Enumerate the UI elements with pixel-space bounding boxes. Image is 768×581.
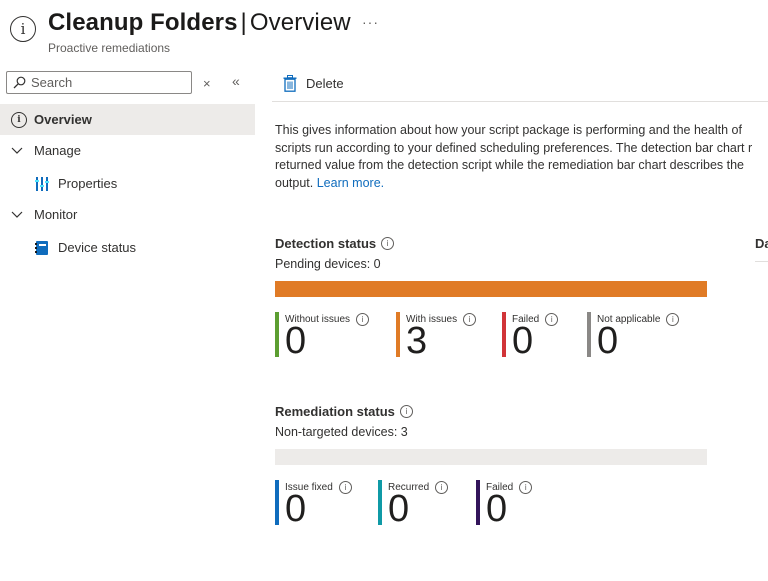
- pending-devices-text: Pending devices: 0: [275, 257, 381, 271]
- info-icon[interactable]: i: [666, 313, 680, 326]
- stat-color-rule: [502, 312, 506, 357]
- clear-search-button[interactable]: ×: [203, 76, 211, 91]
- sidebar-item-label: Manage: [34, 143, 81, 158]
- right-panel-heading: Da: [755, 236, 768, 251]
- chevron-down-icon: [11, 147, 23, 155]
- detection-bar-with-issues: [275, 281, 707, 297]
- stat-color-rule: [275, 312, 279, 357]
- description-line: output.: [275, 175, 314, 190]
- info-icon[interactable]: i: [545, 313, 559, 326]
- sidebar-item-label: Monitor: [34, 207, 78, 222]
- page-subtitle: Proactive remediations: [48, 41, 171, 55]
- sidebar-item-monitor[interactable]: Monitor: [0, 199, 255, 230]
- remediation-status-title: Remediation status i: [275, 404, 413, 419]
- info-circle-icon: i: [10, 16, 36, 42]
- learn-more-link[interactable]: Learn more.: [317, 176, 384, 190]
- info-icon[interactable]: i: [463, 313, 477, 326]
- sidebar-item-overview[interactable]: i Overview: [0, 104, 255, 135]
- info-icon[interactable]: i: [519, 481, 533, 494]
- sidebar-item-label: Overview: [34, 112, 92, 127]
- page-title-section: Overview: [249, 9, 351, 36]
- toolbar-divider: [272, 101, 768, 102]
- sidebar-item-device-status[interactable]: Device status: [0, 232, 255, 263]
- page-title: Cleanup Folders | Overview: [48, 9, 351, 37]
- description-line: returned value from the detection script…: [275, 158, 744, 172]
- info-icon[interactable]: i: [338, 481, 352, 494]
- description-line: This gives information about how your sc…: [275, 123, 742, 137]
- info-circle-icon: i: [11, 111, 27, 128]
- stat-value: 0: [597, 320, 619, 362]
- remediation-status-bar: [275, 449, 707, 465]
- title-separator: |: [240, 9, 247, 36]
- page-title-name: Cleanup Folders: [48, 9, 238, 36]
- stat-value: 0: [285, 320, 307, 362]
- search-input[interactable]: [31, 75, 181, 90]
- stat-color-rule: [396, 312, 400, 357]
- info-icon[interactable]: i: [399, 405, 413, 418]
- search-icon: [13, 76, 26, 89]
- device-status-icon: [35, 240, 49, 256]
- stat-value: 0: [285, 488, 307, 530]
- delete-label: Delete: [306, 75, 344, 91]
- more-options-button[interactable]: ···: [362, 14, 379, 30]
- sidebar-item-label: Properties: [58, 176, 118, 191]
- chevron-down-icon: [11, 211, 23, 219]
- stat-color-rule: [476, 480, 480, 525]
- description-text: This gives information about how your sc…: [275, 122, 768, 192]
- stat-value: 0: [388, 488, 410, 530]
- stat-value: 3: [406, 320, 428, 362]
- stat-color-rule: [587, 312, 591, 357]
- sidebar-item-label: Device status: [58, 240, 137, 255]
- non-targeted-devices-text: Non-targeted devices: 3: [275, 425, 408, 439]
- info-icon[interactable]: i: [356, 313, 370, 326]
- trash-icon: [283, 74, 297, 92]
- properties-bars-icon: [35, 176, 49, 192]
- right-panel-divider: [755, 261, 768, 262]
- stat-value: 0: [486, 488, 508, 530]
- sidebar-item-properties[interactable]: Properties: [0, 168, 255, 199]
- detection-status-title: Detection status i: [275, 236, 395, 251]
- info-icon[interactable]: i: [435, 481, 449, 494]
- stat-value: 0: [512, 320, 534, 362]
- detection-status-bar: [275, 281, 707, 297]
- collapse-sidebar-button[interactable]: «: [232, 73, 240, 89]
- stat-color-rule: [275, 480, 279, 525]
- search-box[interactable]: [6, 71, 192, 94]
- sidebar-item-manage[interactable]: Manage: [0, 135, 255, 166]
- info-icon[interactable]: i: [381, 237, 395, 250]
- description-line: scripts run according to your defined sc…: [275, 140, 753, 155]
- section-title-text: Remediation status: [275, 404, 395, 419]
- stat-color-rule: [378, 480, 382, 525]
- delete-button[interactable]: Delete: [283, 73, 344, 93]
- section-title-text: Detection status: [275, 236, 377, 251]
